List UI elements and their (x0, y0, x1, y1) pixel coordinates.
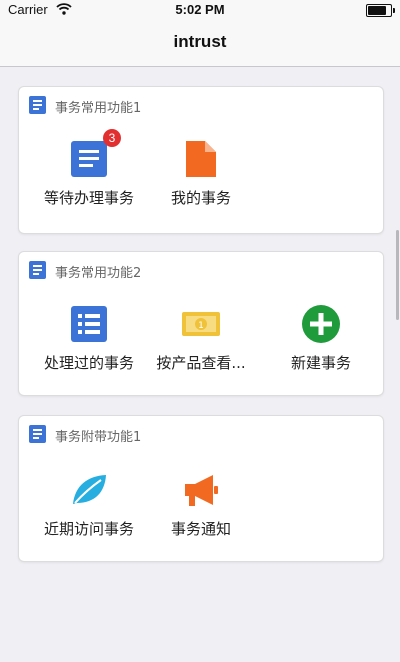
checklist-icon (69, 304, 109, 344)
item-label: 我的事务 (170, 189, 231, 207)
document-icon (29, 96, 46, 114)
status-bar: Carrier 5:02 PM (0, 0, 400, 20)
document-icon (29, 425, 46, 443)
nav-bar: intrust (0, 20, 400, 67)
leaf-icon (69, 470, 109, 510)
battery-icon (366, 4, 395, 17)
card-title: 事务附带功能1 (55, 430, 142, 445)
card-title: 事务常用功能1 (55, 101, 142, 116)
document-icon (29, 261, 46, 279)
card-common-functions-2: 事务常用功能2 处理过的事务 1 按产品查看... 新建事务 (18, 251, 384, 396)
file-icon (181, 139, 221, 179)
banknote-icon: 1 (181, 304, 221, 344)
view-by-product-button[interactable]: 1 按产品查看... (141, 304, 261, 394)
task-notice-button[interactable]: 事务通知 (141, 470, 261, 560)
item-label: 事务通知 (170, 520, 231, 538)
card-extra-functions-1: 事务附带功能1 近期访问事务 事务通知 (18, 415, 384, 562)
pending-tasks-button[interactable]: 3 等待办理事务 (29, 129, 149, 229)
item-label: 等待办理事务 (43, 189, 134, 207)
recent-tasks-button[interactable]: 近期访问事务 (29, 470, 149, 560)
processed-tasks-button[interactable]: 处理过的事务 (29, 304, 149, 394)
svg-text:1: 1 (198, 321, 204, 331)
item-label: 新建事务 (290, 354, 351, 372)
item-label: 近期访问事务 (43, 520, 134, 538)
card-title: 事务常用功能2 (55, 266, 142, 281)
scroll-indicator[interactable] (396, 230, 399, 320)
item-label: 处理过的事务 (43, 354, 134, 372)
item-label: 按产品查看... (156, 354, 246, 372)
notification-badge: 3 (103, 129, 121, 147)
my-tasks-button[interactable]: 我的事务 (141, 139, 261, 229)
card-common-functions-1: 事务常用功能1 3 等待办理事务 我的事务 (18, 86, 384, 234)
clock-label: 5:02 PM (175, 2, 225, 17)
page-title: intrust (173, 32, 227, 51)
battery-level (368, 6, 386, 15)
new-task-button[interactable]: 新建事务 (261, 304, 381, 394)
plus-circle-icon (301, 304, 341, 344)
list-doc-icon: 3 (69, 129, 121, 179)
megaphone-icon (181, 470, 221, 510)
